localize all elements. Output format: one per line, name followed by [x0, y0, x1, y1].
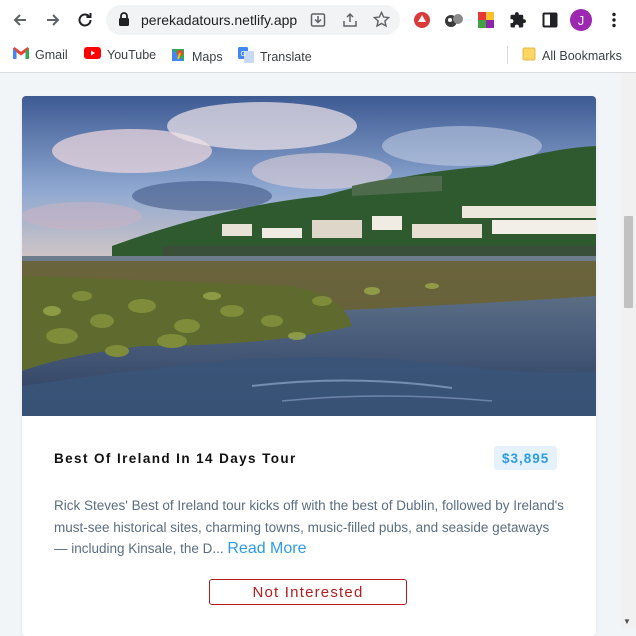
all-bookmarks-label: All Bookmarks: [542, 48, 622, 63]
folder-icon: [522, 47, 536, 64]
gmail-icon: [13, 47, 29, 62]
side-panel-icon[interactable]: [539, 9, 561, 31]
scrollbar-thumb[interactable]: [624, 216, 633, 308]
bookmark-gmail[interactable]: Gmail: [13, 47, 68, 62]
youtube-icon: [84, 47, 101, 62]
page-content: Best Of Ireland In 14 Days Tour $3,895 R…: [0, 73, 636, 636]
price-badge: $3,895: [494, 446, 558, 470]
tour-title: Best Of Ireland In 14 Days Tour: [54, 451, 297, 466]
drive-extension-icon[interactable]: [411, 9, 433, 31]
extensions-puzzle-icon[interactable]: [507, 9, 529, 31]
bookmark-label: Translate: [260, 49, 312, 64]
bookmark-youtube[interactable]: YouTube: [84, 47, 156, 62]
page-scrollbar[interactable]: ▼: [621, 73, 636, 628]
reload-icon[interactable]: [74, 9, 96, 31]
tour-photo: [22, 96, 596, 416]
maps-icon: [170, 47, 186, 66]
install-app-icon[interactable]: [310, 12, 326, 33]
url-text: perekadatours.netlify.app: [141, 12, 298, 28]
browser-toolbar: perekadatours.netlify.app J: [0, 0, 636, 40]
bookmark-star-icon[interactable]: [372, 10, 391, 33]
all-bookmarks-button[interactable]: All Bookmarks: [522, 47, 622, 64]
address-bar[interactable]: perekadatours.netlify.app: [106, 5, 400, 35]
translate-icon: G: [238, 47, 254, 66]
profile-avatar[interactable]: J: [570, 9, 592, 31]
lock-icon[interactable]: [118, 12, 130, 31]
bookmark-translate[interactable]: G Translate: [238, 47, 312, 66]
bookmarks-bar: Gmail YouTube Maps G Translate All Bookm…: [0, 40, 636, 73]
back-icon[interactable]: [9, 9, 31, 31]
bookmark-label: Gmail: [35, 47, 68, 62]
menu-kebab-icon[interactable]: [603, 9, 625, 31]
tour-card: Best Of Ireland In 14 Days Tour $3,895 R…: [22, 96, 596, 636]
bookmarks-divider: [507, 46, 508, 64]
bookmark-label: YouTube: [107, 47, 157, 62]
not-interested-button[interactable]: Not Interested: [209, 579, 407, 605]
profile-initial: J: [570, 9, 592, 31]
bookmark-label: Maps: [192, 49, 223, 64]
eyes-extension-icon[interactable]: [443, 9, 465, 31]
tour-description: Rick Steves' Best of Ireland tour kicks …: [54, 495, 564, 560]
share-icon[interactable]: [342, 12, 358, 33]
forward-icon[interactable]: [42, 9, 64, 31]
bookmark-maps[interactable]: Maps: [170, 47, 223, 66]
read-more-link[interactable]: Read More: [227, 540, 306, 557]
scroll-down-arrow-icon[interactable]: ▼: [623, 617, 631, 626]
svg-text:G: G: [241, 51, 246, 58]
color-grid-extension-icon[interactable]: [475, 9, 497, 31]
tour-description-text: Rick Steves' Best of Ireland tour kicks …: [54, 498, 564, 556]
